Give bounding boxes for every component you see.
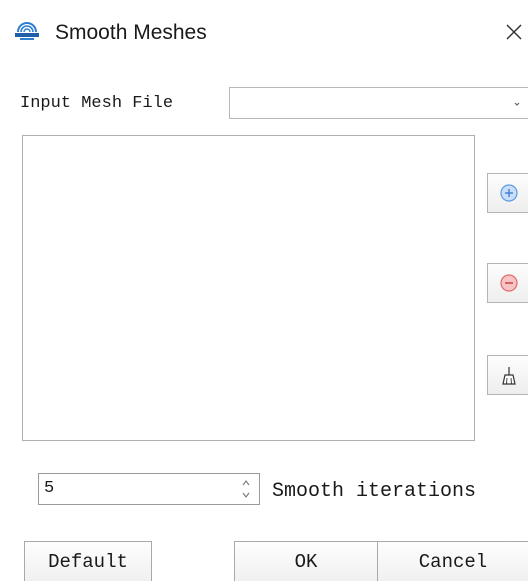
smooth-iterations-spinbox[interactable] <box>38 473 260 505</box>
close-button[interactable] <box>498 16 528 50</box>
app-logo-icon <box>14 22 40 44</box>
minus-circle-icon <box>500 274 518 297</box>
add-file-button[interactable] <box>487 173 528 213</box>
clear-list-button[interactable] <box>487 355 528 395</box>
cancel-button[interactable]: Cancel <box>377 541 528 581</box>
smooth-iterations-value[interactable]: 5 <box>44 478 54 500</box>
chevron-down-icon[interactable] <box>512 96 522 106</box>
input-mesh-file-label: Input Mesh File <box>20 94 174 113</box>
smooth-meshes-dialog: Smooth Meshes Input Mesh File 5 Smooth i… <box>0 0 528 581</box>
mesh-file-list[interactable] <box>22 135 475 441</box>
ok-button[interactable]: OK <box>234 541 378 581</box>
spin-arrows-icon[interactable] <box>240 476 252 502</box>
broom-icon <box>500 366 518 391</box>
close-icon <box>506 24 522 40</box>
window-title: Smooth Meshes <box>55 21 207 44</box>
input-mesh-file-combo[interactable] <box>229 87 528 119</box>
default-button[interactable]: Default <box>24 541 152 581</box>
smooth-iterations-label: Smooth iterations <box>272 480 477 503</box>
plus-circle-icon <box>500 184 518 207</box>
remove-file-button[interactable] <box>487 263 528 303</box>
